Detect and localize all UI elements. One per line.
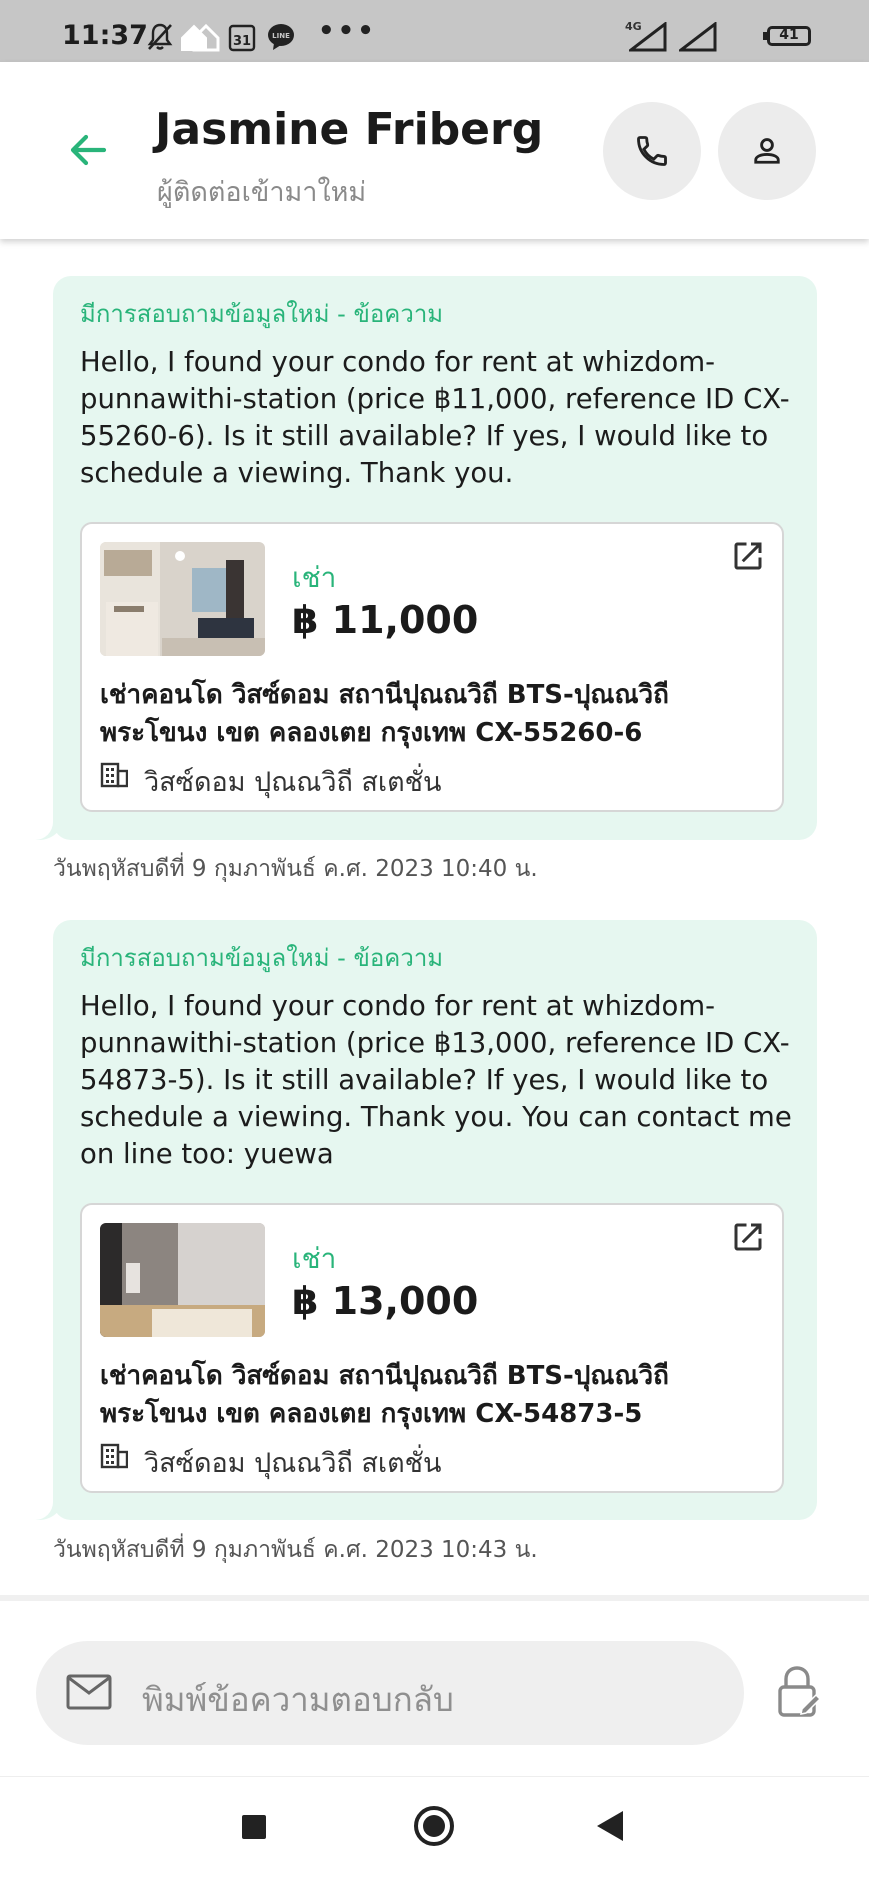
signal-icon bbox=[629, 22, 667, 52]
bubble-tail bbox=[35, 1494, 65, 1520]
open-external-icon[interactable] bbox=[730, 538, 766, 574]
listing-photo bbox=[100, 1223, 265, 1337]
calendar-day: 31 bbox=[233, 34, 251, 49]
listing-type: เช่า bbox=[292, 1242, 337, 1275]
person-icon bbox=[754, 138, 780, 164]
building-icon bbox=[100, 762, 128, 788]
message-bubble: มีการสอบถามข้อมูลใหม่ - ข้อความ Hello, I… bbox=[35, 276, 817, 840]
phone-icon bbox=[637, 136, 667, 166]
contact-status: ผู้ติดต่อเข้ามาใหม่ bbox=[157, 177, 367, 208]
listing-project-name: วิสซ์ดอม ปุณณวิถี สเตชั่น bbox=[144, 767, 442, 798]
calendar-icon: 31 bbox=[228, 24, 256, 52]
mute-icon bbox=[147, 23, 173, 50]
recent-apps-icon[interactable] bbox=[240, 1813, 268, 1841]
mail-icon bbox=[66, 1674, 112, 1710]
message-list[interactable]: มีการสอบถามข้อมูลใหม่ - ข้อความ Hello, I… bbox=[0, 239, 869, 1595]
reply-bar: พิมพ์ข้อความตอบกลับ bbox=[0, 1595, 869, 1775]
line-label: LINE bbox=[272, 32, 290, 40]
battery-icon: 41 bbox=[767, 26, 811, 46]
message-header: มีการสอบถามข้อมูลใหม่ - ข้อความ bbox=[80, 300, 444, 328]
more-icon: ••• bbox=[318, 16, 377, 46]
listing-price: ฿ 11,000 bbox=[292, 598, 479, 642]
contact-name: Jasmine Friberg bbox=[155, 104, 544, 155]
listing-title: เช่าคอนโด วิสซ์ดอม สถานีปุณณวิถี BTS-ปุณ… bbox=[100, 680, 669, 748]
open-external-icon[interactable] bbox=[730, 1219, 766, 1255]
message-bubble: มีการสอบถามข้อมูลใหม่ - ข้อความ Hello, I… bbox=[35, 920, 817, 1520]
listing-project-name: วิสซ์ดอม ปุณณวิถี สเตชั่น bbox=[144, 1448, 442, 1479]
bubble-tail bbox=[35, 814, 65, 840]
reply-input[interactable]: พิมพ์ข้อความตอบกลับ bbox=[36, 1641, 744, 1745]
message-header: มีการสอบถามข้อมูลใหม่ - ข้อความ bbox=[80, 944, 444, 972]
home-icon bbox=[181, 23, 220, 52]
message-text: Hello, I found your condo for rent at wh… bbox=[80, 346, 790, 489]
listing-type: เช่า bbox=[292, 561, 337, 594]
listing-card[interactable]: เช่า ฿ 13,000 เช่าคอนโด วิสซ์ดอม สถานีปุ… bbox=[80, 1203, 784, 1493]
call-button[interactable] bbox=[603, 102, 701, 200]
home-button-icon[interactable] bbox=[413, 1805, 455, 1847]
message-text: Hello, I found your condo for rent at wh… bbox=[80, 990, 792, 1170]
listing-photo bbox=[100, 542, 265, 656]
status-bar: 11:37 31 LINE ••• 4G 41 bbox=[0, 0, 869, 62]
lock-edit-icon[interactable] bbox=[776, 1665, 822, 1717]
listing-price: ฿ 13,000 bbox=[292, 1279, 479, 1323]
chat-header: Jasmine Friberg ผู้ติดต่อเข้ามาใหม่ bbox=[0, 62, 869, 239]
status-time: 11:37 bbox=[62, 20, 148, 51]
listing-title: เช่าคอนโด วิสซ์ดอม สถานีปุณณวิถี BTS-ปุณ… bbox=[100, 1361, 669, 1429]
system-nav-bar bbox=[0, 1776, 869, 1884]
contact-profile-button[interactable] bbox=[718, 102, 816, 200]
back-arrow-icon[interactable] bbox=[64, 126, 112, 174]
message-timestamp: วันพฤหัสบดีที่ 9 กุมภาพันธ์ ค.ศ. 2023 10… bbox=[53, 856, 538, 882]
message-timestamp: วันพฤหัสบดีที่ 9 กุมภาพันธ์ ค.ศ. 2023 10… bbox=[53, 1537, 538, 1563]
signal-icon-2 bbox=[679, 22, 717, 52]
reply-placeholder: พิมพ์ข้อความตอบกลับ bbox=[142, 1680, 454, 1719]
building-icon bbox=[100, 1443, 128, 1469]
system-status: 4G 41 bbox=[611, 20, 811, 54]
back-nav-icon[interactable] bbox=[595, 1809, 625, 1843]
line-icon: LINE bbox=[268, 24, 294, 50]
battery-level: 41 bbox=[779, 27, 799, 43]
listing-card[interactable]: เช่า ฿ 11,000 เช่าคอนโด วิสซ์ดอม สถานีปุ… bbox=[80, 522, 784, 812]
